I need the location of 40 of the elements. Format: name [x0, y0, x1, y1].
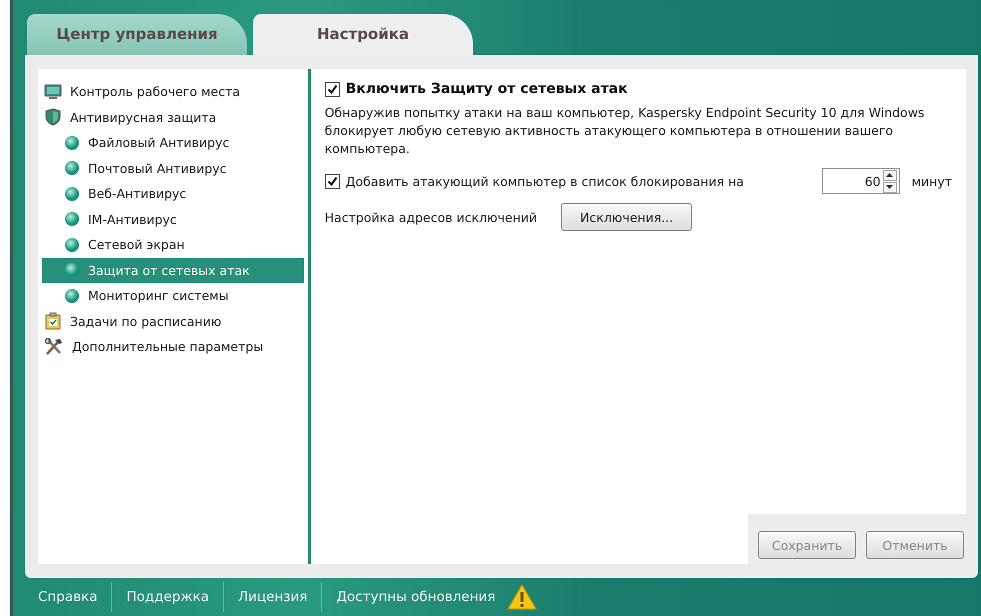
footer-link[interactable]: Доступны обновления	[336, 589, 510, 605]
tools-icon	[44, 338, 64, 356]
status-dot-icon	[64, 186, 80, 202]
sidebar-item[interactable]: IM-Антивирус	[42, 206, 304, 232]
unit-label: минут	[912, 174, 952, 188]
status-dot-icon	[64, 288, 80, 304]
checkbox-label: Добавить атакующий компьютер в список блокирования на	[346, 174, 745, 188]
status-dot-icon	[64, 160, 80, 176]
sidebar-item[interactable]: Веб-Антивирус	[42, 181, 304, 206]
footer-link[interactable]: Поддержка	[126, 589, 224, 605]
status-dot-icon	[64, 134, 80, 151]
sidebar-item[interactable]: Антивирусная защита	[42, 104, 304, 130]
down-arrow-icon	[886, 185, 894, 189]
sidebar-item[interactable]: Дополнительные параметры	[42, 334, 304, 360]
minutes-spinbox[interactable]: 60	[822, 168, 900, 194]
status-dot-icon	[64, 236, 80, 253]
exclusions-label: Настройка адресов исключений	[324, 210, 538, 224]
sidebar-item[interactable]: Защита от сетевых атак	[42, 258, 304, 283]
spin-down-button[interactable]	[882, 182, 897, 192]
status-dot-icon	[64, 262, 80, 278]
checkbox[interactable]	[324, 82, 340, 96]
clipboard-icon	[44, 312, 62, 330]
checkbox[interactable]	[324, 174, 340, 188]
sidebar-item[interactable]: Сетевой экран	[42, 232, 304, 258]
tab[interactable]: Центр управления	[27, 14, 247, 55]
up-arrow-icon	[886, 173, 894, 177]
spin-up-button[interactable]	[882, 170, 897, 180]
sidebar-item[interactable]: Мониторинг системы	[42, 283, 304, 308]
shield-icon	[44, 108, 62, 126]
sidebar-item[interactable]: Почтовый Антивирус	[42, 156, 304, 181]
exclusions-button[interactable]: Исключения...	[561, 203, 692, 231]
status-dot-icon	[64, 211, 80, 228]
tab[interactable]: Настройка	[253, 14, 473, 55]
footer-link[interactable]: Справка	[38, 589, 112, 605]
sidebar-item[interactable]: Контроль рабочего места	[42, 79, 304, 104]
sidebar-item[interactable]: Файловый Антивирус	[42, 130, 304, 156]
sidebar-item[interactable]: Задачи по расписанию	[42, 308, 304, 334]
checkbox-label: Включить Защиту от сетевых атак	[346, 81, 628, 97]
monitor-icon	[44, 84, 62, 100]
description-text: Обнаружив попытку атаки на ваш компьютер, Kaspersky Endpoint Security 10 для Windows блокирует любую сетевую активность атакующего компьютера в отношении вашего компьютера.	[324, 104, 926, 158]
